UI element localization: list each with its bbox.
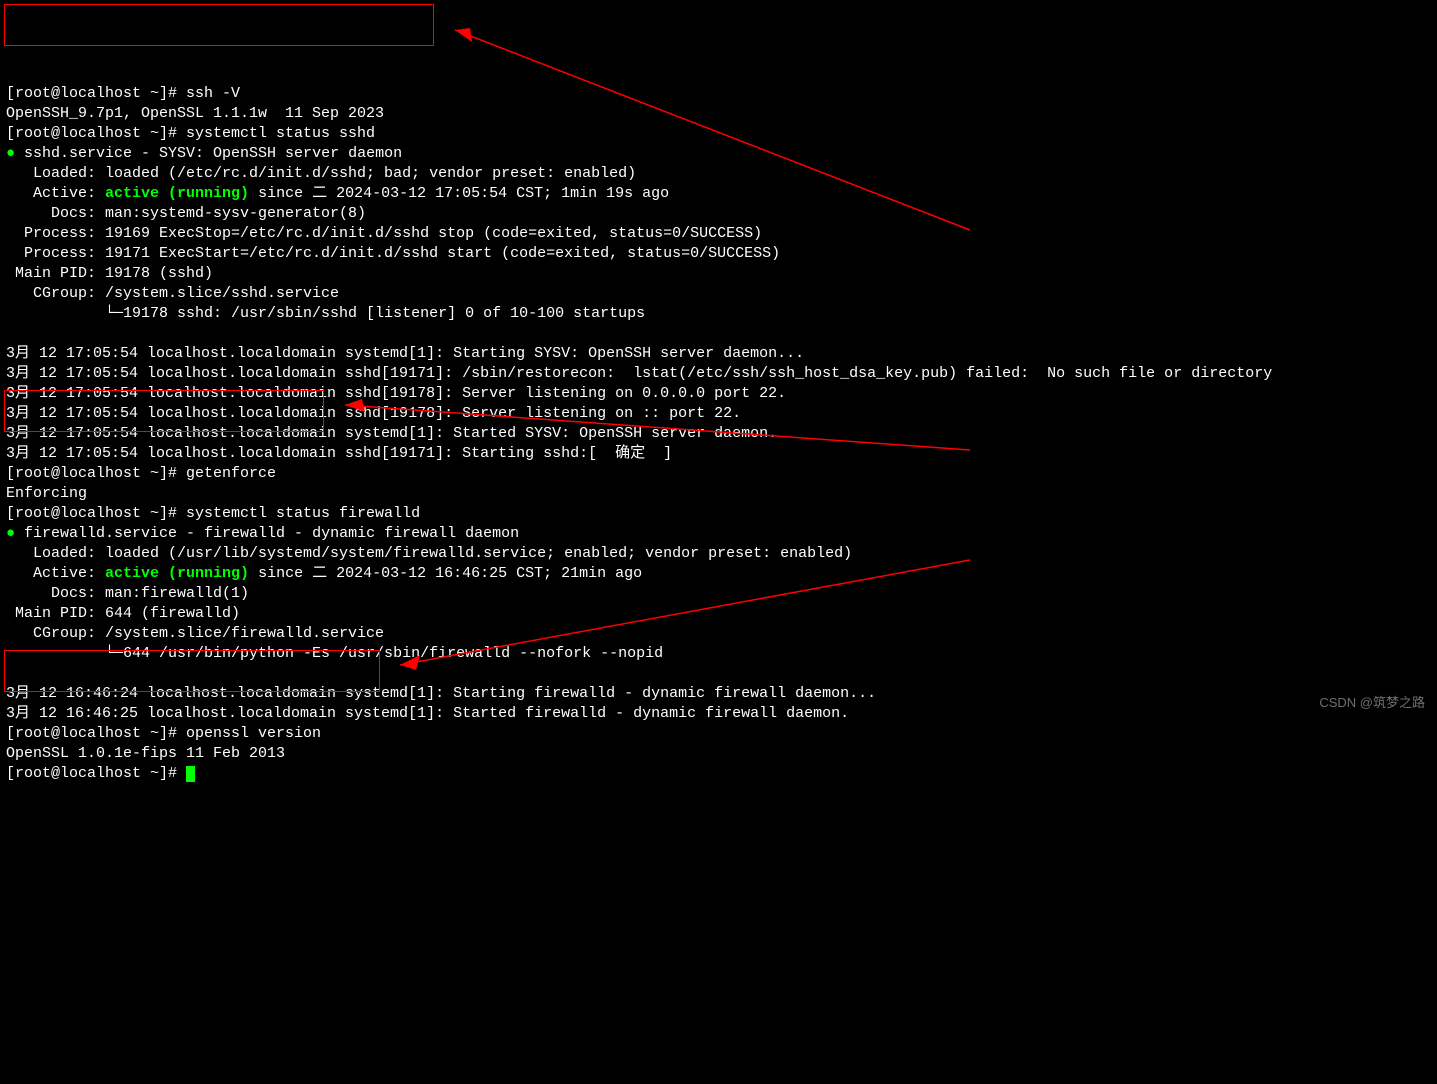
- log-line: 3月 12 17:05:54 localhost.localdomain ssh…: [6, 385, 786, 402]
- active-status: active (running): [105, 185, 249, 202]
- log-line: 3月 12 16:46:25 localhost.localdomain sys…: [6, 705, 849, 722]
- prompt-line: [root@localhost ~]# systemctl status ssh…: [6, 125, 375, 142]
- cursor-icon: [186, 766, 195, 782]
- active-since: since 二 2024-03-12 17:05:54 CST; 1min 19…: [249, 185, 669, 202]
- main-pid-line: Main PID: 19178 (sshd): [6, 265, 213, 282]
- prompt-line: [root@localhost ~]# getenforce: [6, 465, 276, 482]
- active-since: since 二 2024-03-12 16:46:25 CST; 21min a…: [249, 565, 642, 582]
- highlight-box-ssh-version: [4, 4, 434, 46]
- status-dot-icon: ●: [6, 145, 24, 162]
- log-line: 3月 12 17:05:54 localhost.localdomain sys…: [6, 345, 804, 362]
- watermark-text: CSDN @筑梦之路: [1319, 693, 1425, 713]
- main-pid-line: Main PID: 644 (firewalld): [6, 605, 240, 622]
- prompt-line: [root@localhost ~]# openssl version: [6, 725, 321, 742]
- docs-line: Docs: man:firewalld(1): [6, 585, 249, 602]
- ssh-version-output: OpenSSH_9.7p1, OpenSSL 1.1.1w 11 Sep 202…: [6, 105, 384, 122]
- service-name: sshd.service - SYSV: OpenSSH server daem…: [24, 145, 402, 162]
- process-line: Process: 19171 ExecStart=/etc/rc.d/init.…: [6, 245, 780, 262]
- cgroup-line: CGroup: /system.slice/sshd.service: [6, 285, 339, 302]
- docs-line: Docs: man:systemd-sysv-generator(8): [6, 205, 366, 222]
- service-name: firewalld.service - firewalld - dynamic …: [24, 525, 519, 542]
- active-status: active (running): [105, 565, 249, 582]
- getenforce-output: Enforcing: [6, 485, 87, 502]
- openssl-version-output: OpenSSL 1.0.1e-fips 11 Feb 2013: [6, 745, 285, 762]
- terminal-output: [root@localhost ~]# ssh -V OpenSSH_9.7p1…: [6, 84, 1431, 784]
- cgroup-line: CGroup: /system.slice/firewalld.service: [6, 625, 384, 642]
- log-line: 3月 12 17:05:54 localhost.localdomain ssh…: [6, 445, 672, 462]
- loaded-line: Loaded: loaded (/etc/rc.d/init.d/sshd; b…: [6, 165, 636, 182]
- status-dot-icon: ●: [6, 525, 24, 542]
- loaded-line: Loaded: loaded (/usr/lib/systemd/system/…: [6, 545, 852, 562]
- prompt-line: [root@localhost ~]#: [6, 765, 186, 782]
- prompt-line: [root@localhost ~]# systemctl status fir…: [6, 505, 420, 522]
- log-line: 3月 12 17:05:54 localhost.localdomain ssh…: [6, 405, 741, 422]
- active-label: Active:: [6, 185, 105, 202]
- log-line: 3月 12 17:05:54 localhost.localdomain sys…: [6, 425, 777, 442]
- log-line: 3月 12 17:05:54 localhost.localdomain ssh…: [6, 365, 1272, 382]
- process-line: Process: 19169 ExecStop=/etc/rc.d/init.d…: [6, 225, 762, 242]
- cgroup-child: └─644 /usr/bin/python -Es /usr/sbin/fire…: [6, 645, 663, 662]
- log-line: 3月 12 16:46:24 localhost.localdomain sys…: [6, 685, 876, 702]
- prompt-line: [root@localhost ~]# ssh -V: [6, 85, 240, 102]
- cgroup-child: └─19178 sshd: /usr/sbin/sshd [listener] …: [6, 305, 645, 322]
- active-label: Active:: [6, 565, 105, 582]
